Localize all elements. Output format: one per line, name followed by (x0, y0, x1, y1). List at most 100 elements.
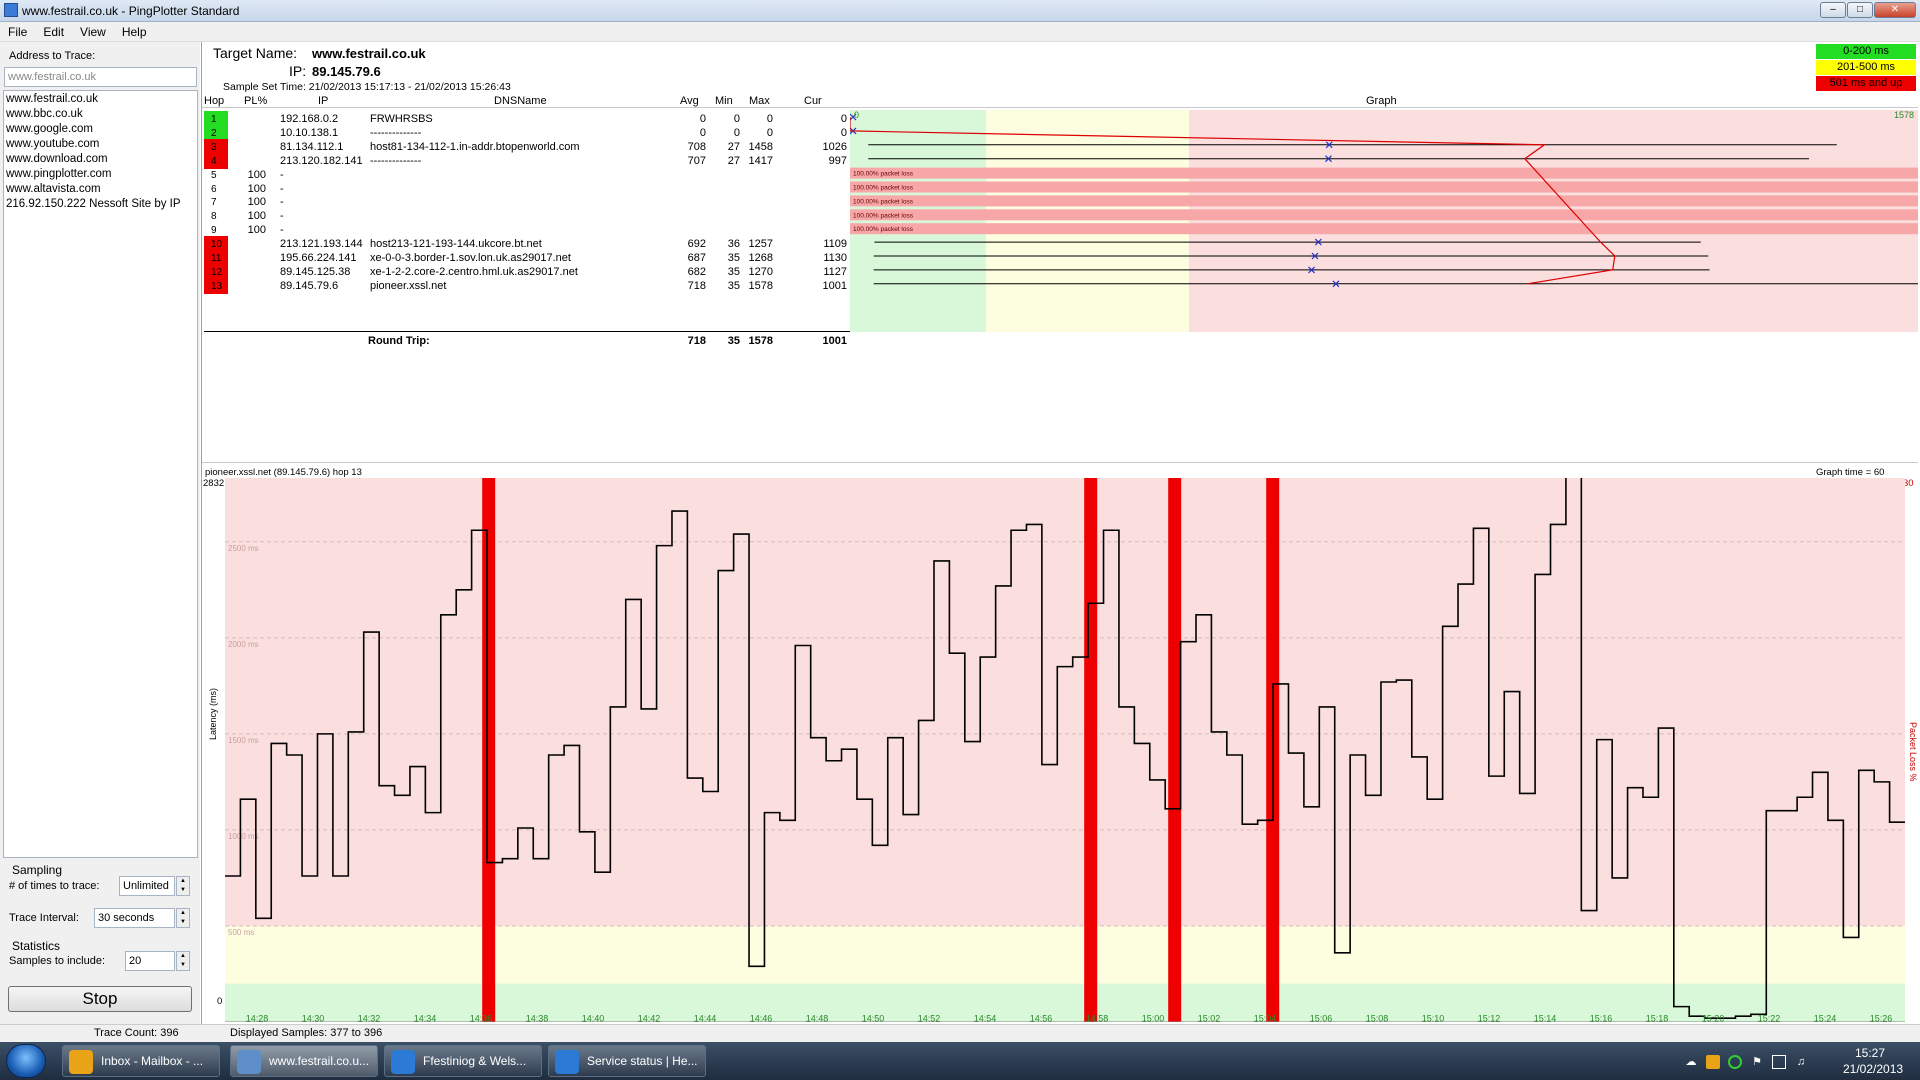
avg-value: 0 (699, 126, 706, 139)
min-value: 35 (727, 279, 740, 292)
address-input[interactable] (4, 67, 197, 87)
minimize-button[interactable]: – (1820, 2, 1846, 18)
col-max[interactable]: Max (749, 95, 770, 107)
legend-red: 501 ms and up (1816, 76, 1916, 91)
legend-green: 0-200 ms (1816, 44, 1916, 59)
col-hop[interactable]: Hop (204, 95, 224, 107)
splitter[interactable] (202, 462, 1918, 463)
roundtrip-max: 1578 (748, 335, 773, 347)
max-value: 0 (766, 126, 773, 139)
dns-name: xe-1-2-2.core-2.centro.hml.uk.as29017.ne… (370, 265, 578, 278)
close-button[interactable]: ✕ (1874, 2, 1916, 18)
hop-number[interactable]: 13 (204, 277, 228, 294)
col-dnsname[interactable]: DNSName (494, 95, 547, 107)
x-tick-label: 15:14 (1534, 1014, 1557, 1023)
packet-loss-text: 100.00% packet loss (853, 226, 914, 233)
x-tick-label: 14:32 (358, 1014, 381, 1023)
history-item[interactable]: 216.92.150.222 Nessoft Site by IP (6, 197, 195, 212)
history-item[interactable]: www.festrail.co.uk (6, 92, 195, 107)
status-tray-icon[interactable] (1728, 1055, 1742, 1069)
trace-scale-right: 1578 (1894, 110, 1915, 120)
col-ip[interactable]: IP (318, 95, 328, 107)
pl-value: 100 (247, 168, 266, 181)
address-history-list[interactable]: www.festrail.co.uk www.bbc.co.uk www.googl… (3, 90, 198, 858)
taskbar-item[interactable]: Ffestiniog & Wels... (384, 1045, 542, 1077)
samples-input[interactable] (125, 951, 175, 971)
packet-loss-text: 100.00% packet loss (853, 171, 914, 178)
history-item[interactable]: www.google.com (6, 122, 195, 137)
col-avg[interactable]: Avg (680, 95, 699, 107)
samples-label: Samples to include: (9, 955, 105, 967)
clock-time[interactable]: 15:27 (1855, 1046, 1885, 1060)
history-item[interactable]: www.pingplotter.com (6, 167, 195, 182)
latency-zone (225, 478, 1905, 926)
latency-chart[interactable]: 500 ms 1000 ms 1500 ms 2000 ms 2500 ms 14:28 1… (225, 478, 1905, 1022)
clock-date[interactable]: 21/02/2013 (1843, 1062, 1903, 1076)
ip-label: IP: (289, 63, 307, 79)
min-value: 35 (727, 265, 740, 278)
y2-axis-label: Packet Loss % (1908, 722, 1918, 782)
col-cur[interactable]: Cur (804, 95, 822, 107)
title-bar: www.festrail.co.uk - PingPlotter Standar… (0, 0, 1920, 22)
displayed-samples: Displayed Samples: 377 to 396 (230, 1027, 383, 1039)
packet-loss-text: 100.00% packet loss (853, 212, 914, 219)
x-tick-label: 15:12 (1478, 1014, 1501, 1023)
col-graph[interactable]: Graph (1366, 95, 1397, 107)
menu-edit[interactable]: Edit (35, 22, 72, 39)
taskbar-item[interactable]: www.festrail.co.u... (230, 1045, 378, 1077)
packet-loss-bar (850, 167, 1918, 179)
stop-button[interactable]: Stop (8, 986, 192, 1012)
times-input[interactable] (119, 876, 175, 896)
maximize-button[interactable]: □ (1847, 2, 1873, 18)
interval-input[interactable] (94, 908, 175, 928)
taskbar-item[interactable]: Inbox - Mailbox - ... (62, 1045, 220, 1077)
history-item[interactable]: www.altavista.com (6, 182, 195, 197)
cur-value: 0 (840, 113, 847, 125)
x-tick-label: 14:34 (414, 1014, 437, 1023)
outlook-tray-icon[interactable] (1706, 1055, 1720, 1069)
x-tick-label: 14:54 (974, 1014, 997, 1023)
trace-scale-left: 0 (854, 110, 860, 120)
history-item[interactable]: www.bbc.co.uk (6, 107, 195, 122)
interval-spinner[interactable]: ▲ ▼ (176, 908, 190, 928)
flag-icon[interactable]: ⚑ (1750, 1055, 1764, 1069)
menu-view[interactable]: View (72, 22, 114, 39)
x-tick-label: 15:18 (1646, 1014, 1669, 1023)
ip-address: - (280, 182, 284, 195)
menu-help[interactable]: Help (114, 22, 155, 39)
gridline-label: 500 ms (228, 928, 254, 937)
x-tick-label: 15:20 (1702, 1014, 1725, 1023)
taskbar-item-label: Inbox - Mailbox - ... (101, 1054, 204, 1068)
menu-file[interactable]: File (0, 22, 35, 39)
packet-loss-text: 100.00% packet loss (853, 185, 914, 192)
packet-loss-marker (1168, 478, 1182, 1022)
min-value: 27 (727, 140, 740, 153)
ie-icon (391, 1050, 415, 1074)
avg-value: 707 (687, 154, 706, 167)
volume-icon[interactable]: ♫ (1794, 1055, 1808, 1069)
samples-spinner[interactable]: ▲ ▼ (176, 951, 190, 971)
ie-icon (555, 1050, 579, 1074)
app-icon (4, 3, 18, 17)
times-spinner[interactable]: ▲ ▼ (176, 876, 190, 896)
x-tick-label: 14:40 (582, 1014, 605, 1023)
x-tick-label: 15:26 (1870, 1014, 1893, 1023)
gridline-label: 1500 ms (228, 736, 259, 745)
legend-yellow: 201-500 ms (1816, 60, 1916, 75)
taskbar-item[interactable]: Service status | He... (548, 1045, 706, 1077)
packet-loss-bar (850, 209, 1918, 221)
cloud-icon[interactable]: ☁ (1684, 1055, 1698, 1069)
max-value: 1270 (748, 265, 773, 278)
col-pl[interactable]: PL% (244, 95, 267, 107)
x-tick-label: 14:38 (526, 1014, 549, 1023)
history-item[interactable]: www.download.com (6, 152, 195, 167)
taskbar-item-label: www.festrail.co.u... (269, 1054, 370, 1068)
monitor-icon[interactable] (1772, 1055, 1786, 1069)
x-tick-label: 14:44 (694, 1014, 717, 1023)
history-item[interactable]: www.youtube.com (6, 137, 195, 152)
start-button[interactable] (6, 1044, 46, 1078)
col-min[interactable]: Min (715, 95, 733, 107)
min-value: 36 (727, 238, 740, 251)
x-tick-label: 15:22 (1758, 1014, 1781, 1023)
times-label: # of times to trace: (9, 880, 100, 892)
